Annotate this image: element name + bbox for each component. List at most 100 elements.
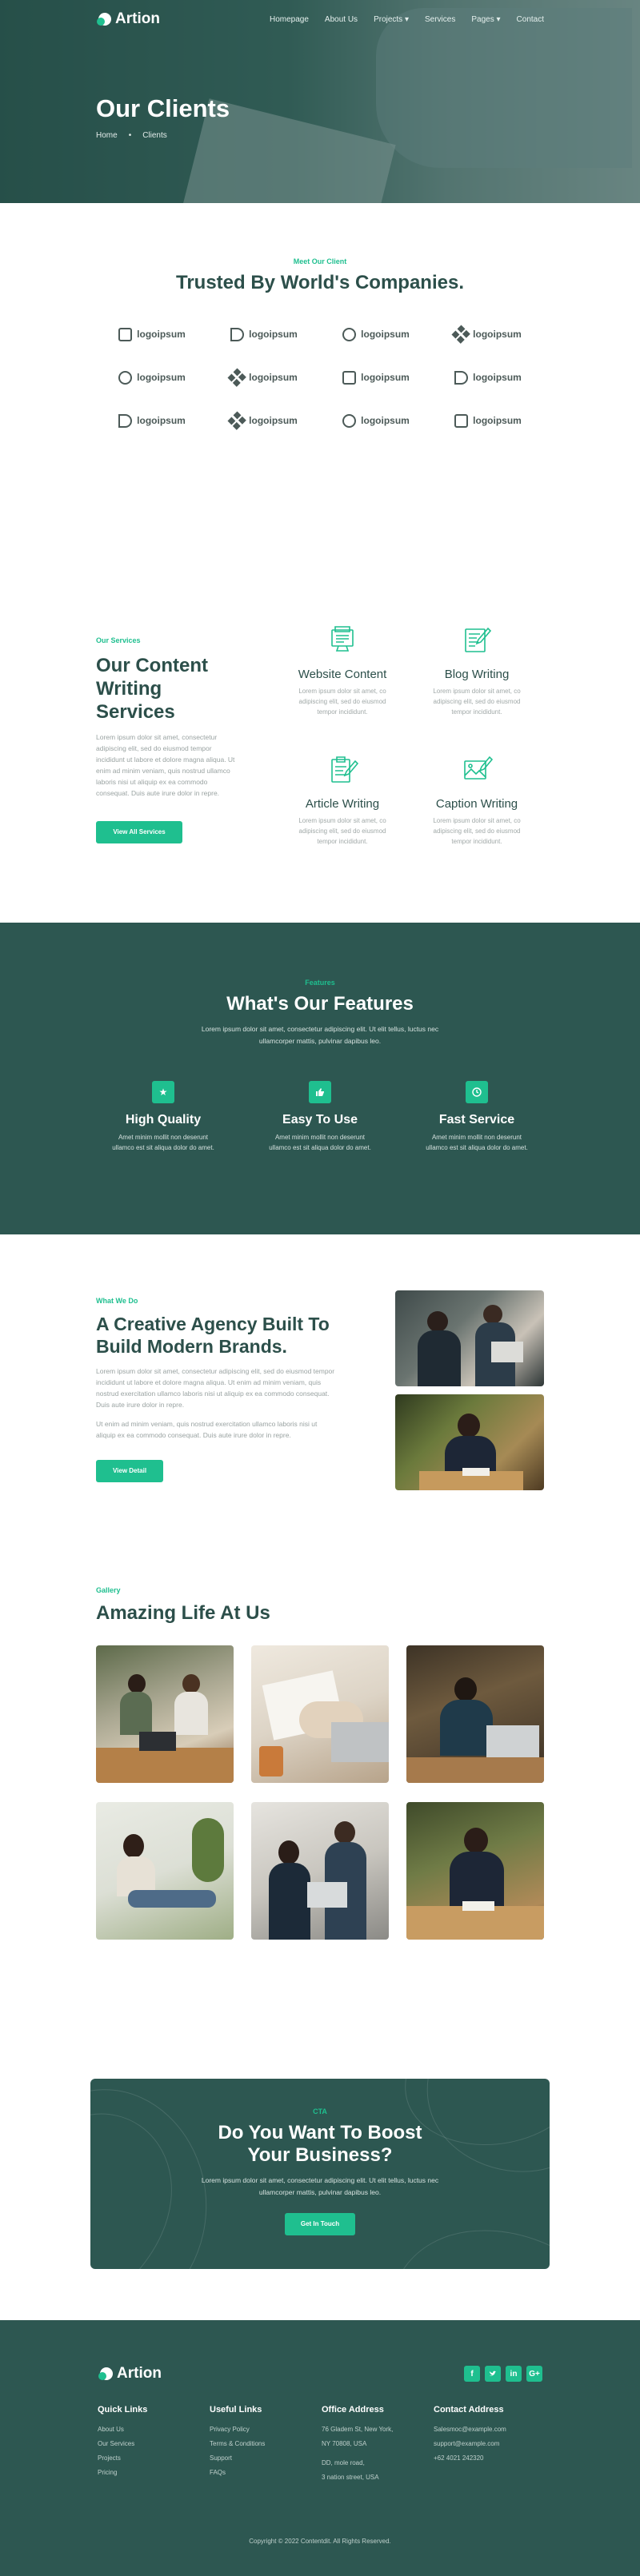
client-logo: logoipsum xyxy=(320,413,432,429)
star-icon: ★ xyxy=(152,1081,174,1103)
nav-projects[interactable]: Projects ▾ xyxy=(374,15,409,24)
client-logo: logoipsum xyxy=(208,367,320,387)
client-logo-text: logoipsum xyxy=(137,372,186,383)
feature-title: Easy To Use xyxy=(282,1113,358,1127)
gallery-title: Amazing Life At Us xyxy=(96,1602,270,1624)
feature-title: High Quality xyxy=(125,1113,202,1127)
feature-text: Amet minim mollit non deserunt ullamco e… xyxy=(269,1134,371,1151)
cta-eyebrow: CTA xyxy=(313,2107,327,2115)
top-navbar: Artion Homepage About Us Projects ▾ Serv… xyxy=(0,0,640,38)
google-plus-icon[interactable]: G+ xyxy=(526,2366,542,2382)
what-we-do-section: What We Do A Creative Agency Built To Bu… xyxy=(0,1234,640,1586)
footer-quick-links: Quick Links About Us Our Services Projec… xyxy=(98,2405,210,2485)
service-card-caption-writing[interactable]: Caption Writing Lorem ipsum dolor sit am… xyxy=(410,753,544,883)
logo-d-icon xyxy=(118,413,133,428)
service-text: Lorem ipsum dolor sit amet, co adipiscin… xyxy=(298,688,386,716)
nav-homepage[interactable]: Homepage xyxy=(270,15,309,24)
gallery-photo[interactable] xyxy=(406,1802,544,1940)
service-card-website-content[interactable]: Website Content Lorem ipsum dolor sit am… xyxy=(275,624,410,753)
client-logo-text: logoipsum xyxy=(249,415,298,426)
gallery-photo[interactable] xyxy=(406,1645,544,1783)
monitor-document-icon xyxy=(331,626,354,652)
client-logo-text: logoipsum xyxy=(249,372,298,383)
footer-link[interactable]: Pricing xyxy=(98,2466,210,2480)
contact-phone[interactable]: +62 4021 242320 xyxy=(434,2451,546,2466)
breadcrumb-home[interactable]: Home xyxy=(96,131,118,140)
logo-circle-icon xyxy=(342,413,357,428)
get-in-touch-button[interactable]: Get In Touch xyxy=(285,2213,355,2235)
contact-email-support[interactable]: support@example.com xyxy=(434,2437,546,2451)
twitter-icon[interactable] xyxy=(485,2366,501,2382)
gallery-photo[interactable] xyxy=(251,1802,389,1940)
client-logo-text: logoipsum xyxy=(473,329,522,340)
facebook-icon[interactable]: f xyxy=(464,2366,480,2382)
features-eyebrow: Features xyxy=(305,979,335,987)
nav-services[interactable]: Services xyxy=(425,15,455,24)
copyright: Copyright © 2022 Contentdit. All Rights … xyxy=(249,2538,391,2545)
client-logo: logoipsum xyxy=(432,369,544,385)
nav-about[interactable]: About Us xyxy=(325,15,358,24)
nav-pages-label: Pages xyxy=(471,14,494,24)
client-logo: logoipsum xyxy=(208,326,320,342)
client-logo: logoipsum xyxy=(432,413,544,429)
footer-link[interactable]: Support xyxy=(210,2451,322,2466)
feature-easy-to-use: Easy To Use Amet minim mollit non deseru… xyxy=(268,1081,372,1153)
footer: Artion f in G+ Quick Links About Us Our … xyxy=(0,2320,640,2576)
view-detail-button[interactable]: View Detail xyxy=(96,1460,163,1482)
contact-email-sales[interactable]: Salesmoc@example.com xyxy=(434,2422,546,2437)
feature-title: Fast Service xyxy=(438,1113,515,1127)
logo-grid-icon xyxy=(227,367,247,387)
nav-contact[interactable]: Contact xyxy=(517,15,544,24)
service-text: Lorem ipsum dolor sit amet, co adipiscin… xyxy=(433,688,521,716)
clock-glyph xyxy=(472,1087,482,1097)
brand-logo[interactable]: Artion xyxy=(96,10,160,28)
footer-link[interactable]: Our Services xyxy=(98,2437,210,2451)
gallery-section: Gallery Amazing Life At Us xyxy=(0,1586,640,2079)
footer-link[interactable]: About Us xyxy=(98,2422,210,2437)
linkedin-icon[interactable]: in xyxy=(506,2366,522,2382)
clients-section: Meet Our Client Trusted By World's Compa… xyxy=(0,203,640,563)
image-pen-icon xyxy=(464,756,494,780)
gallery-photo[interactable] xyxy=(96,1802,234,1940)
service-card-article-writing[interactable]: Article Writing Lorem ipsum dolor sit am… xyxy=(275,753,410,883)
logo-d-icon xyxy=(454,370,469,385)
footer-link[interactable]: Privacy Policy xyxy=(210,2422,322,2437)
clock-icon xyxy=(466,1081,488,1103)
client-logo-text: logoipsum xyxy=(361,329,410,340)
footer-brand-logo[interactable]: Artion xyxy=(98,2365,162,2383)
logo-mark-icon xyxy=(97,13,111,26)
address-line: 3 nation street, USA xyxy=(322,2474,379,2481)
twitter-glyph xyxy=(490,2371,496,2376)
footer-link[interactable]: Projects xyxy=(98,2451,210,2466)
footer-col-title: Contact Address xyxy=(434,2405,504,2415)
logo-grid-icon xyxy=(227,410,247,430)
social-links: f in G+ xyxy=(464,2366,542,2382)
service-text: Lorem ipsum dolor sit amet, co adipiscin… xyxy=(433,817,521,845)
about-text-2: Ut enim ad minim veniam, quis nostrud ex… xyxy=(96,1420,318,1439)
footer-link[interactable]: Terms & Conditions xyxy=(210,2437,322,2451)
services-section: Our Services Our Content Writing Service… xyxy=(0,563,640,923)
view-all-services-button[interactable]: View All Services xyxy=(96,821,182,843)
gallery-photo[interactable] xyxy=(96,1645,234,1783)
gallery-photo[interactable] xyxy=(251,1645,389,1783)
nav-projects-label: Projects xyxy=(374,14,403,24)
logo-circle-icon xyxy=(342,327,357,341)
service-title: Article Writing xyxy=(305,797,380,811)
address-line: NY 70808, USA xyxy=(322,2440,367,2447)
nav-pages[interactable]: Pages ▾ xyxy=(471,15,500,24)
client-logos: logoipsum logoipsum logoipsum logoipsum … xyxy=(0,324,640,430)
feature-text: Amet minim mollit non deserunt ullamco e… xyxy=(112,1134,214,1151)
client-logo-text: logoipsum xyxy=(361,415,410,426)
client-logo: logoipsum xyxy=(96,326,208,342)
client-logo: logoipsum xyxy=(96,413,208,429)
client-logo: logoipsum xyxy=(432,324,544,343)
service-title: Caption Writing xyxy=(435,797,518,811)
footer-useful-links: Useful Links Privacy Policy Terms & Cond… xyxy=(210,2405,322,2485)
nav-menu: Homepage About Us Projects ▾ Services Pa… xyxy=(270,15,544,24)
footer-link[interactable]: FAQs xyxy=(210,2466,322,2480)
thumbs-up-icon xyxy=(309,1081,331,1103)
logo-square-icon xyxy=(454,413,469,428)
features-subtitle: Lorem ipsum dolor sit amet, consectetur … xyxy=(201,1025,439,1045)
service-card-blog-writing[interactable]: Blog Writing Lorem ipsum dolor sit amet,… xyxy=(410,624,544,753)
clipboard-pen-icon xyxy=(331,756,359,783)
